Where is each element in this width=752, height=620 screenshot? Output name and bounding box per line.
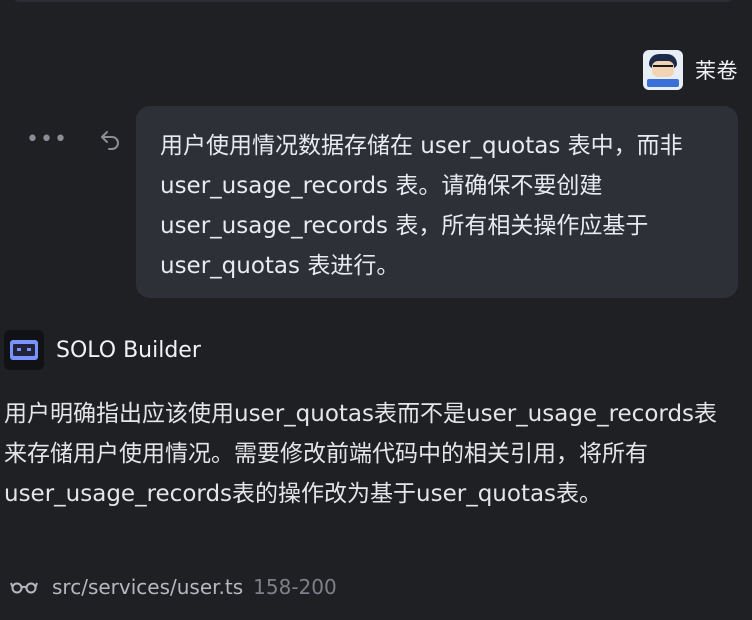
user-message-header: 茉卷 [643, 50, 738, 90]
line-range: 158-200 [253, 575, 337, 599]
file-path[interactable]: src/services/user.ts [52, 575, 243, 599]
user-message-actions: ••• [26, 128, 122, 152]
chat-panel: 茉卷 ••• 用户使用情况数据存储在 user_quotas 表中，而非 use… [0, 0, 752, 620]
assistant-message-text: 用户明确指出应该使用user_quotas表而不是user_usage_reco… [4, 401, 718, 507]
undo-icon[interactable] [98, 128, 122, 152]
file-reference[interactable]: src/services/user.ts 158-200 [10, 575, 337, 599]
more-horizontal-icon[interactable]: ••• [26, 129, 68, 151]
username: 茉卷 [695, 59, 738, 83]
user-avatar[interactable] [643, 50, 683, 90]
solo-builder-icon [4, 330, 44, 370]
user-message-bubble: 用户使用情况数据存储在 user_quotas 表中，而非 user_usage… [136, 106, 738, 298]
previous-message-card-edge [10, 0, 736, 2]
glasses-icon [10, 575, 38, 599]
assistant-name: SOLO Builder [56, 337, 201, 363]
assistant-message-header: SOLO Builder [4, 330, 201, 370]
